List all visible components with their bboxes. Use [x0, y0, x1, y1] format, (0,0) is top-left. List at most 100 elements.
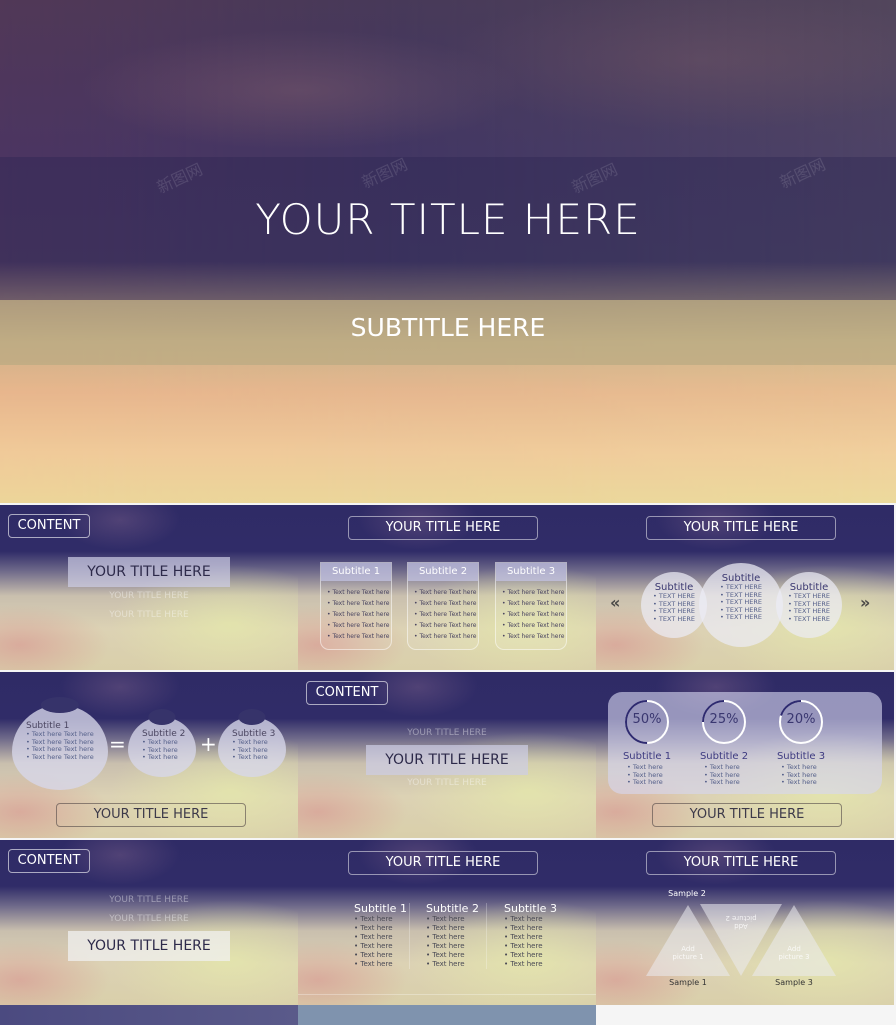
slide-title: YOUR TITLE HERE	[652, 803, 842, 827]
bullet-list: TEXT HERETEXT HERETEXT HERETEXT HERE	[653, 592, 695, 624]
add-picture-2[interactable]: Add picture 2	[721, 914, 761, 930]
list-item: Text here Text here	[414, 598, 478, 609]
bullet-list: Text here Text hereText here Text hereTe…	[496, 581, 566, 642]
blank-area	[596, 1005, 896, 1025]
slide-title: YOUR TITLE HERE	[646, 516, 836, 540]
highlighted-title: YOUR TITLE HERE	[366, 745, 528, 775]
list-item: Text here Text here	[414, 609, 478, 620]
list-item: Text here	[354, 933, 407, 942]
chevron-left-icon[interactable]: «	[610, 593, 620, 612]
content-tag: CONTENT	[8, 514, 90, 538]
add-picture-1[interactable]: Add picture 1	[668, 945, 708, 961]
list-item: Text here	[504, 942, 557, 951]
bullet-list: Text hereText hereText hereText hereText…	[426, 915, 479, 969]
bullet-list: Text hereText hereText here	[781, 763, 817, 787]
text-column: Subtitle 3Text hereText hereText hereTex…	[504, 902, 557, 969]
hero-title: YOUR TITLE HERE	[255, 195, 641, 244]
list-item: Text here	[142, 753, 196, 762]
list-item: Text here	[704, 778, 740, 787]
slide-thumbnail-5[interactable]: CONTENT YOUR TITLE HERE YOUR TITLE HERE …	[298, 672, 596, 838]
list-item: Text here	[504, 951, 557, 960]
list-item: Text here	[426, 915, 479, 924]
ghost-title: YOUR TITLE HERE	[109, 610, 189, 620]
title-slide-preview: YOUR TITLE HERE SUBTITLE HERE 新图网 新图网 新图…	[0, 0, 896, 503]
list-item: Text here	[426, 933, 479, 942]
bullet-list: Text here Text hereText here Text hereTe…	[321, 581, 391, 642]
bullet-list: TEXT HERETEXT HERETEXT HERETEXT HERETEXT…	[720, 583, 762, 622]
slide-thumbnail-8[interactable]: YOUR TITLE HERE Subtitle 1Text hereText …	[298, 840, 596, 1005]
card-header: Subtitle 2	[408, 563, 478, 581]
list-item: Text here Text here	[414, 631, 478, 642]
sample-label-1: Sample 1	[669, 978, 707, 987]
divider	[298, 994, 596, 995]
add-picture-3[interactable]: Add picture 3	[774, 945, 814, 961]
list-item: Text here	[354, 951, 407, 960]
list-item: Text here Text here	[327, 609, 391, 620]
ghost-title: YOUR TITLE HERE	[109, 914, 189, 924]
highlighted-title: YOUR TITLE HERE	[68, 557, 230, 587]
slide-thumbnail-3[interactable]: YOUR TITLE HERE « » SubtitleTEXT HERETEX…	[596, 505, 894, 670]
bullet-list: Text hereText hereText hereText hereText…	[504, 915, 557, 969]
list-item: Text here	[504, 933, 557, 942]
list-item: Text here Text here	[327, 620, 391, 631]
slide-thumbnail-9[interactable]: YOUR TITLE HERE Sample 2 Sample 1 Sample…	[596, 840, 894, 1005]
text-column: Subtitle 1Text hereText hereText hereTex…	[354, 902, 407, 969]
subtitle-card: Subtitle 1Text here Text hereText here T…	[320, 562, 392, 650]
sample-label-2: Sample 2	[668, 889, 706, 898]
content-tag: CONTENT	[8, 849, 90, 873]
list-item: Text here	[781, 778, 817, 787]
list-item: Text here Text here	[327, 598, 391, 609]
stat-subtitle: Subtitle 2	[699, 751, 749, 762]
list-item: Text here	[232, 753, 286, 762]
subtitle-circle: SubtitleTEXT HERETEXT HERETEXT HERETEXT …	[776, 572, 842, 638]
ghost-title: YOUR TITLE HERE	[109, 895, 189, 905]
list-item: Text here	[354, 960, 407, 969]
bullet-list: Text hereText hereText hereText hereText…	[354, 915, 407, 969]
column-subtitle: Subtitle 2	[426, 902, 479, 915]
text-column: Subtitle 2Text hereText hereText hereTex…	[426, 902, 479, 969]
bullet-list: Text here Text hereText here Text hereTe…	[408, 581, 478, 642]
petal-shape: Subtitle 1Text here Text hereText here T…	[12, 697, 108, 790]
stat-subtitle: Subtitle 3	[776, 751, 826, 762]
list-item: Text here	[426, 951, 479, 960]
list-item: Text here Text here	[26, 753, 108, 762]
equals-sign: =	[109, 732, 126, 756]
highlighted-title: YOUR TITLE HERE	[68, 931, 230, 961]
subtitle-circle: SubtitleTEXT HERETEXT HERETEXT HERETEXT …	[699, 563, 783, 647]
list-item: Text here Text here	[327, 587, 391, 598]
column-subtitle: Subtitle 1	[354, 902, 407, 915]
slide-thumbnail-1[interactable]: CONTENT YOUR TITLE HERE YOUR TITLE HERE …	[0, 505, 298, 670]
list-item: Text here Text here	[327, 631, 391, 642]
slide-thumbnail-7[interactable]: CONTENT YOUR TITLE HERE YOUR TITLE HERE …	[0, 840, 298, 1005]
ghost-title: YOUR TITLE HERE	[407, 728, 487, 738]
column-subtitle: Subtitle 3	[504, 902, 557, 915]
list-item: Text here Text here	[502, 631, 566, 642]
list-item: Text here	[354, 924, 407, 933]
list-item: Text here Text here	[502, 587, 566, 598]
slide-thumbnail-6[interactable]: 50%Subtitle 1Text hereText hereText here…	[596, 672, 894, 838]
bullet-list: Text hereText hereText here	[232, 738, 286, 762]
subtitle-card: Subtitle 2Text here Text hereText here T…	[407, 562, 479, 650]
sample-label-3: Sample 3	[775, 978, 813, 987]
list-item: TEXT HERE	[720, 613, 762, 622]
percent-label: 20%	[786, 712, 816, 727]
ghost-title: YOUR TITLE HERE	[407, 778, 487, 788]
ghost-title: YOUR TITLE HERE	[109, 591, 189, 601]
list-item: Text here Text here	[502, 620, 566, 631]
slide-title: YOUR TITLE HERE	[56, 803, 246, 827]
list-item: Text here Text here	[502, 609, 566, 620]
slide-thumbnail-2[interactable]: YOUR TITLE HERE Subtitle 1Text here Text…	[298, 505, 596, 670]
card-header: Subtitle 3	[496, 563, 566, 581]
bullet-list: Text hereText hereText here	[704, 763, 740, 787]
bullet-list: Text hereText hereText here	[142, 738, 196, 762]
chevron-right-icon[interactable]: »	[860, 593, 870, 612]
list-item: TEXT HERE	[788, 615, 830, 624]
slide-thumbnail-4[interactable]: Subtitle 1Text here Text hereText here T…	[0, 672, 298, 838]
list-item: TEXT HERE	[653, 615, 695, 624]
percent-label: 25%	[709, 712, 739, 727]
slide-title: YOUR TITLE HERE	[348, 851, 538, 875]
list-item: Text here	[426, 960, 479, 969]
subtitle-circle: SubtitleTEXT HERETEXT HERETEXT HERETEXT …	[641, 572, 707, 638]
slide-title: YOUR TITLE HERE	[348, 516, 538, 540]
hero-subtitle: SUBTITLE HERE	[350, 313, 546, 342]
